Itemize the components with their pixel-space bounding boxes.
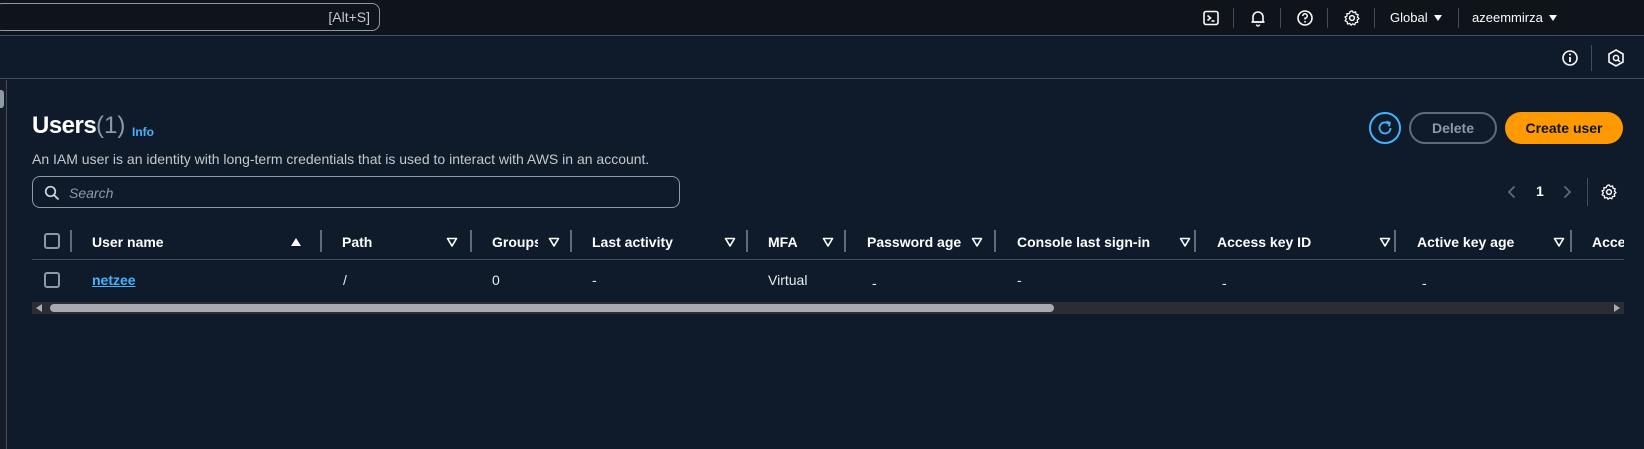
info-icon[interactable] bbox=[1561, 49, 1579, 67]
cell-path: / bbox=[343, 272, 347, 288]
refresh-icon bbox=[1378, 120, 1392, 135]
column-divider[interactable] bbox=[844, 230, 846, 252]
toolbar-divider bbox=[1591, 45, 1592, 71]
column-label: MFA bbox=[768, 234, 798, 250]
page-title: Users bbox=[32, 112, 97, 139]
cell-mfa: Virtual bbox=[768, 272, 808, 288]
user-name-link[interactable]: netzee bbox=[92, 272, 136, 288]
nav-divider bbox=[1374, 8, 1375, 28]
account-label: azeemmirza bbox=[1472, 10, 1543, 25]
caret-down-icon bbox=[1548, 15, 1557, 21]
cell-password-age: - bbox=[872, 275, 877, 291]
cell-groups: 0 bbox=[492, 272, 500, 288]
delete-button[interactable]: Delete bbox=[1409, 112, 1497, 144]
search-icon bbox=[44, 185, 60, 201]
help-icon[interactable] bbox=[1296, 9, 1314, 27]
side-nav-toggle[interactable] bbox=[0, 90, 4, 108]
sort-icon bbox=[446, 237, 458, 247]
column-label: Password age bbox=[867, 234, 962, 250]
select-all-checkbox[interactable] bbox=[44, 233, 60, 249]
current-page-number[interactable]: 1 bbox=[1536, 183, 1544, 199]
sort-icon bbox=[1179, 237, 1191, 247]
column-header-active-key-age[interactable]: Active key age bbox=[1417, 226, 1567, 259]
column-divider[interactable] bbox=[746, 230, 748, 252]
search-shortcut-hint: [Alt+S] bbox=[328, 9, 370, 25]
sort-icon bbox=[1379, 237, 1391, 247]
sort-icon bbox=[971, 237, 983, 247]
info-link[interactable]: Info bbox=[132, 125, 154, 139]
nav-divider bbox=[1233, 8, 1234, 28]
global-search-box[interactable]: [Alt+S] bbox=[0, 3, 380, 31]
scrollbar-thumb[interactable] bbox=[50, 304, 1054, 312]
search-input[interactable] bbox=[69, 183, 669, 203]
scroll-left-arrow-icon[interactable] bbox=[36, 304, 42, 312]
account-menu[interactable]: azeemmirza bbox=[1472, 10, 1557, 25]
nav-divider bbox=[1327, 8, 1328, 28]
column-divider[interactable] bbox=[1194, 230, 1196, 252]
column-header-access[interactable]: Access bbox=[1592, 226, 1624, 259]
region-selector[interactable]: Global bbox=[1390, 10, 1442, 25]
column-label: Groups bbox=[492, 234, 538, 250]
user-count: (1) bbox=[96, 112, 126, 139]
column-label: Access bbox=[1592, 234, 1624, 250]
table-row: netzee / 0 - Virtual - - - - bbox=[32, 266, 1624, 296]
cell-last-activity: - bbox=[592, 272, 597, 288]
column-label: Access key ID bbox=[1217, 234, 1312, 250]
create-user-button[interactable]: Create user bbox=[1505, 112, 1623, 144]
column-header-console-last-sign-in[interactable]: Console last sign-in bbox=[1017, 226, 1197, 259]
row-checkbox[interactable] bbox=[44, 272, 60, 288]
sort-ascending-icon bbox=[291, 238, 301, 246]
cell-access-key-id: - bbox=[1222, 275, 1227, 291]
scroll-right-arrow-icon[interactable] bbox=[1614, 304, 1620, 312]
column-divider[interactable] bbox=[994, 230, 996, 252]
bell-icon[interactable] bbox=[1249, 9, 1267, 27]
column-header-password-age[interactable]: Password age bbox=[867, 226, 997, 259]
column-header-groups[interactable]: Groups bbox=[492, 226, 562, 259]
sort-icon bbox=[1553, 237, 1565, 247]
column-header-last-activity[interactable]: Last activity bbox=[592, 226, 742, 259]
page-description: An IAM user is an identity with long-ter… bbox=[32, 151, 650, 167]
nav-divider bbox=[1458, 8, 1459, 28]
pagination-divider bbox=[1587, 178, 1588, 206]
gear-icon[interactable] bbox=[1343, 9, 1361, 27]
top-navigation-bar: [Alt+S] Global azeemmirza bbox=[0, 0, 1644, 36]
column-header-access-key-id[interactable]: Access key ID bbox=[1217, 226, 1397, 259]
column-divider[interactable] bbox=[320, 230, 322, 252]
column-divider[interactable] bbox=[570, 230, 572, 252]
caret-down-icon bbox=[1433, 15, 1442, 21]
cloudshell-icon[interactable] bbox=[1202, 9, 1220, 27]
users-search-field[interactable] bbox=[32, 176, 680, 208]
column-header-mfa[interactable]: MFA bbox=[768, 226, 848, 259]
column-label: User name bbox=[92, 234, 164, 250]
column-header-user-name[interactable]: User name bbox=[92, 226, 308, 259]
cloud-notes-icon[interactable] bbox=[1606, 48, 1626, 68]
column-divider bbox=[70, 230, 72, 252]
column-divider[interactable] bbox=[1570, 230, 1572, 252]
side-navigation-edge bbox=[0, 80, 7, 449]
cell-console-last-sign-in: - bbox=[1017, 272, 1022, 288]
sort-icon bbox=[822, 237, 834, 247]
column-divider[interactable] bbox=[470, 230, 472, 252]
column-label: Active key age bbox=[1417, 234, 1515, 250]
cell-active-key-age: - bbox=[1422, 275, 1427, 291]
column-label: Path bbox=[342, 234, 373, 250]
nav-divider bbox=[1280, 8, 1281, 28]
sort-icon bbox=[724, 237, 736, 247]
table-horizontal-scrollbar[interactable] bbox=[32, 302, 1624, 314]
column-divider[interactable] bbox=[1394, 230, 1396, 252]
sort-icon bbox=[548, 237, 560, 247]
next-page-icon[interactable] bbox=[1560, 184, 1574, 200]
table-preferences-gear-icon[interactable] bbox=[1600, 183, 1618, 201]
cell-user-name: netzee bbox=[92, 272, 136, 288]
region-label: Global bbox=[1390, 10, 1428, 25]
previous-page-icon[interactable] bbox=[1505, 184, 1519, 200]
table-header-row: User name Path Groups Last activity MFA … bbox=[32, 226, 1624, 260]
column-header-path[interactable]: Path bbox=[342, 226, 460, 259]
column-label: Console last sign-in bbox=[1017, 234, 1151, 250]
refresh-button[interactable] bbox=[1369, 112, 1401, 144]
column-label: Last activity bbox=[592, 234, 673, 250]
secondary-toolbar bbox=[0, 37, 1644, 79]
